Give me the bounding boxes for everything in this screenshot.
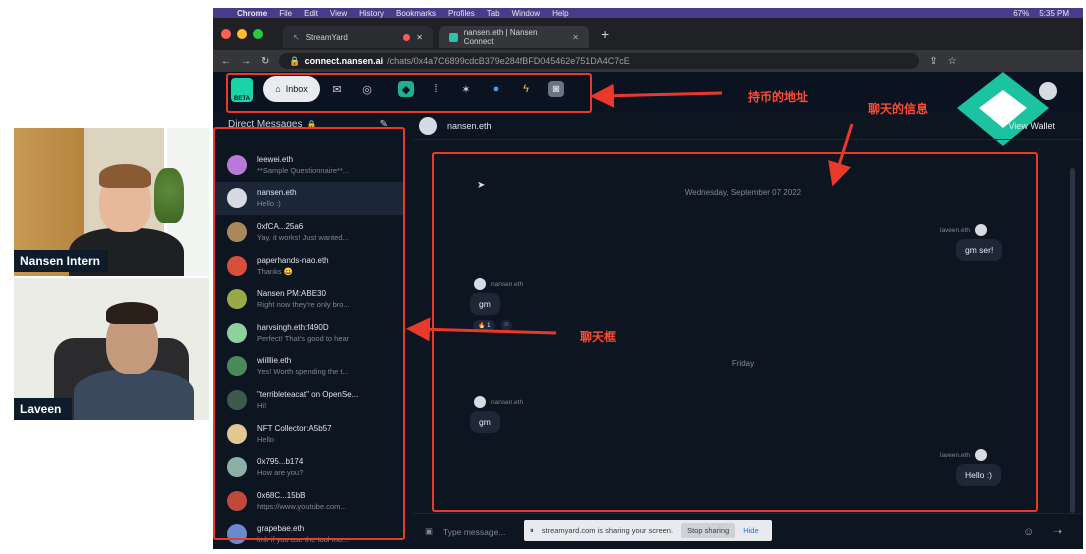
annotation-label-messages: 聊天的信息 bbox=[868, 102, 929, 116]
arrow-to-chat-list bbox=[406, 317, 557, 342]
annotation-label-chat-box: 聊天框 bbox=[580, 330, 617, 344]
screenshot-root: Nansen Intern Laveen Chrome File Edit Vi… bbox=[0, 0, 1086, 554]
arrow-to-messages bbox=[828, 123, 854, 187]
annotation-label-wallets: 持币的地址 bbox=[748, 90, 809, 104]
annotation-arrows bbox=[406, 83, 854, 342]
arrow-to-wallets bbox=[590, 83, 723, 108]
